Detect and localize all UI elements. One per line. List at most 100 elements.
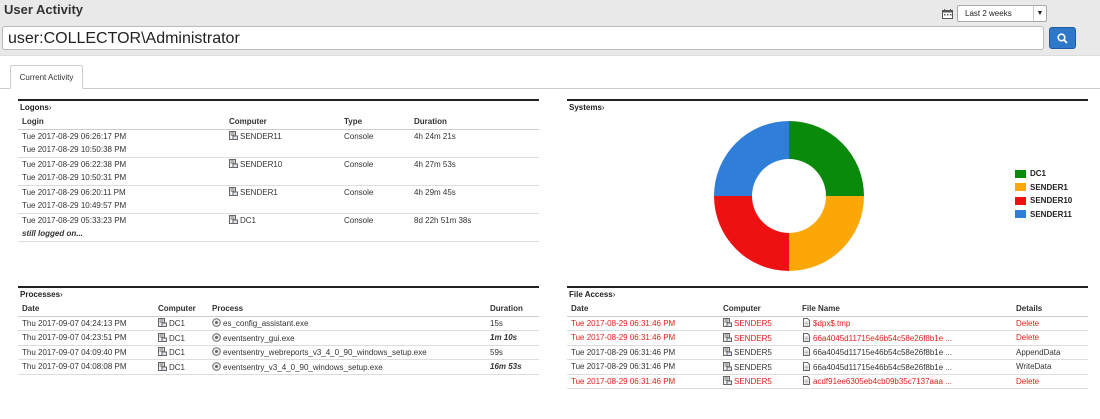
table-cell[interactable]: es_config_assistant.exe bbox=[208, 316, 486, 331]
legend-swatch bbox=[1015, 210, 1026, 219]
table-row[interactable]: Thu 2017-09-07 04:08:08 PM DC1 eventsentry… bbox=[18, 359, 539, 375]
table-row[interactable]: Tue 2017-08-29 06:20:11 PM SENDER1 Console… bbox=[18, 185, 539, 199]
table-row[interactable]: Thu 2017-09-07 04:24:13 PM DC1 es_config_a… bbox=[18, 316, 539, 331]
computer-icon bbox=[158, 347, 167, 357]
column-header[interactable]: Duration bbox=[410, 115, 539, 130]
table-cell[interactable]: SENDER5 bbox=[719, 330, 798, 346]
table-cell[interactable]: SENDER5 bbox=[719, 316, 798, 331]
table-cell[interactable]: DC1 bbox=[154, 345, 208, 360]
computer-icon bbox=[229, 187, 238, 197]
column-header[interactable]: File Name bbox=[798, 302, 1012, 317]
table-cell: 4h 24m 21s bbox=[414, 131, 456, 141]
tab-current-activity[interactable]: Current Activity bbox=[10, 65, 83, 89]
table-row[interactable]: Tue 2017-08-29 06:31:46 PM SENDER5 66a4045… bbox=[567, 359, 1088, 375]
column-header[interactable]: Computer bbox=[154, 302, 208, 317]
file-icon bbox=[803, 361, 810, 371]
table-cell: Tue 2017-08-29 05:33:23 PM bbox=[22, 215, 127, 225]
table-cell[interactable]: SENDER5 bbox=[719, 359, 798, 375]
table-row[interactable]: Tue 2017-08-29 06:31:46 PM SENDER5 66a4045… bbox=[567, 345, 1088, 360]
table-cell[interactable]: SENDER11 bbox=[225, 129, 340, 143]
table-cell[interactable]: DC1 bbox=[225, 213, 340, 227]
table-row[interactable]: Tue 2017-08-29 06:31:46 PM SENDER5 acdf91e… bbox=[567, 374, 1088, 389]
search-input[interactable] bbox=[2, 26, 1044, 50]
file-access-panel: File Access› Date Computer File Name Det… bbox=[567, 286, 1088, 389]
column-header[interactable]: Date bbox=[18, 302, 154, 317]
table-cell[interactable]: DC1 bbox=[154, 316, 208, 331]
table-cell[interactable]: $dpx$.tmp bbox=[798, 316, 1012, 331]
table-row[interactable]: Thu 2017-09-07 04:23:51 PM DC1 eventsentry… bbox=[18, 330, 539, 346]
column-header[interactable]: Login bbox=[18, 115, 225, 130]
table-cell: Delete bbox=[1012, 330, 1088, 346]
column-header[interactable]: Computer bbox=[719, 302, 798, 317]
systems-donut-chart bbox=[714, 121, 864, 271]
legend-item-sender10[interactable]: SENDER10 bbox=[1015, 194, 1072, 208]
legend-label: DC1 bbox=[1030, 169, 1047, 179]
table-cell[interactable]: 66a4045d11715e46b54c58e26f8b1e ... bbox=[798, 359, 1012, 375]
table-cell: 59s bbox=[486, 345, 539, 360]
table-cell[interactable]: acdf91ee6305eb4cb09b35c7137aaa ... bbox=[798, 374, 1012, 389]
table-cell: Tue 2017-08-29 10:49:57 PM bbox=[18, 199, 225, 214]
file-access-title[interactable]: File Access› bbox=[567, 288, 1088, 302]
legend-item-sender11[interactable]: SENDER11 bbox=[1015, 208, 1072, 222]
chevron-down-icon: ▼ bbox=[1033, 6, 1046, 21]
computer-icon bbox=[229, 215, 238, 225]
file-icon bbox=[803, 376, 810, 386]
column-header[interactable]: Computer bbox=[225, 115, 340, 130]
processes-title[interactable]: Processes› bbox=[18, 288, 539, 302]
column-header[interactable]: Process bbox=[208, 302, 486, 317]
table-cell[interactable]: DC1 bbox=[154, 330, 208, 346]
table-row[interactable]: Tue 2017-08-29 06:22:38 PM SENDER10 Consol… bbox=[18, 157, 539, 171]
systems-title[interactable]: Systems› bbox=[567, 101, 1088, 115]
table-cell[interactable]: 66a4045d11715e46b54c58e26f8b1e ... bbox=[798, 330, 1012, 346]
table-cell: 4h 27m 53s bbox=[414, 159, 456, 169]
table-cell: Delete bbox=[1012, 374, 1088, 389]
table-cell: Console bbox=[344, 215, 374, 225]
search-icon bbox=[1057, 32, 1068, 44]
table-cell[interactable]: eventsentry_v3_4_0_90_windows_setup.exe bbox=[208, 359, 486, 375]
file-access-table: Date Computer File Name Details Tue 2017… bbox=[567, 302, 1088, 389]
table-cell[interactable]: SENDER5 bbox=[719, 374, 798, 389]
donut-slice-dc1[interactable] bbox=[789, 121, 864, 196]
donut-slice-sender10[interactable] bbox=[714, 196, 789, 271]
table-cell: Tue 2017-08-29 06:31:46 PM bbox=[567, 374, 719, 389]
legend-label: SENDER11 bbox=[1030, 209, 1072, 219]
table-cell[interactable]: 66a4045d11715e46b54c58e26f8b1e ... bbox=[798, 345, 1012, 360]
table-row[interactable]: Thu 2017-09-07 04:09:40 PM DC1 eventsentry… bbox=[18, 345, 539, 360]
computer-icon bbox=[229, 159, 238, 169]
column-header[interactable]: Duration bbox=[486, 302, 539, 317]
table-cell: Tue 2017-08-29 06:20:11 PM bbox=[22, 187, 126, 197]
table-row[interactable]: Tue 2017-08-29 05:33:23 PM DC1 Console 8d 2… bbox=[18, 213, 539, 227]
table-row[interactable]: Tue 2017-08-29 06:26:17 PM SENDER11 Consol… bbox=[18, 129, 539, 143]
computer-icon bbox=[158, 332, 167, 342]
legend-item-sender1[interactable]: SENDER1 bbox=[1015, 181, 1072, 195]
table-cell: 8d 22h 51m 38s bbox=[414, 215, 472, 225]
donut-slice-sender11[interactable] bbox=[714, 121, 789, 196]
table-cell[interactable]: DC1 bbox=[154, 359, 208, 375]
search-button[interactable] bbox=[1049, 27, 1076, 49]
table-row[interactable]: Tue 2017-08-29 06:31:46 PM SENDER5 66a4045… bbox=[567, 330, 1088, 346]
column-header[interactable]: Type bbox=[340, 115, 410, 130]
systems-panel: Systems› bbox=[567, 99, 1088, 279]
table-cell: Thu 2017-09-07 04:08:08 PM bbox=[18, 359, 154, 375]
table-cell: Console bbox=[344, 159, 374, 169]
column-header[interactable]: Details bbox=[1012, 302, 1088, 317]
logons-panel: Logons› Login Computer Type Duration Tue… bbox=[18, 99, 539, 242]
table-cell[interactable]: SENDER10 bbox=[225, 157, 340, 171]
table-row[interactable]: Tue 2017-08-29 06:31:46 PM SENDER5 $dpx$.t… bbox=[567, 316, 1088, 331]
table-cell[interactable]: eventsentry_gui.exe bbox=[208, 330, 486, 346]
table-cell[interactable]: SENDER5 bbox=[719, 345, 798, 360]
legend-item-dc1[interactable]: DC1 bbox=[1015, 167, 1072, 181]
table-cell[interactable]: SENDER1 bbox=[225, 185, 340, 199]
file-icon bbox=[803, 347, 810, 357]
legend-swatch bbox=[1015, 196, 1026, 205]
date-range-select[interactable]: Last 2 weeks ▼ bbox=[957, 5, 1047, 22]
logons-title[interactable]: Logons› bbox=[18, 101, 539, 115]
processes-panel: Processes› Date Computer Process Duratio… bbox=[18, 286, 539, 375]
donut-slice-sender1[interactable] bbox=[789, 196, 864, 271]
table-cell: Tue 2017-08-29 10:50:38 PM bbox=[18, 143, 225, 158]
processes-table: Date Computer Process Duration Thu 2017-… bbox=[18, 302, 539, 375]
table-cell[interactable]: eventsentry_webreports_v3_4_0_90_windows… bbox=[208, 345, 486, 360]
gear-icon bbox=[212, 332, 221, 342]
table-cell: 16m 53s bbox=[486, 359, 539, 375]
column-header[interactable]: Date bbox=[567, 302, 719, 317]
